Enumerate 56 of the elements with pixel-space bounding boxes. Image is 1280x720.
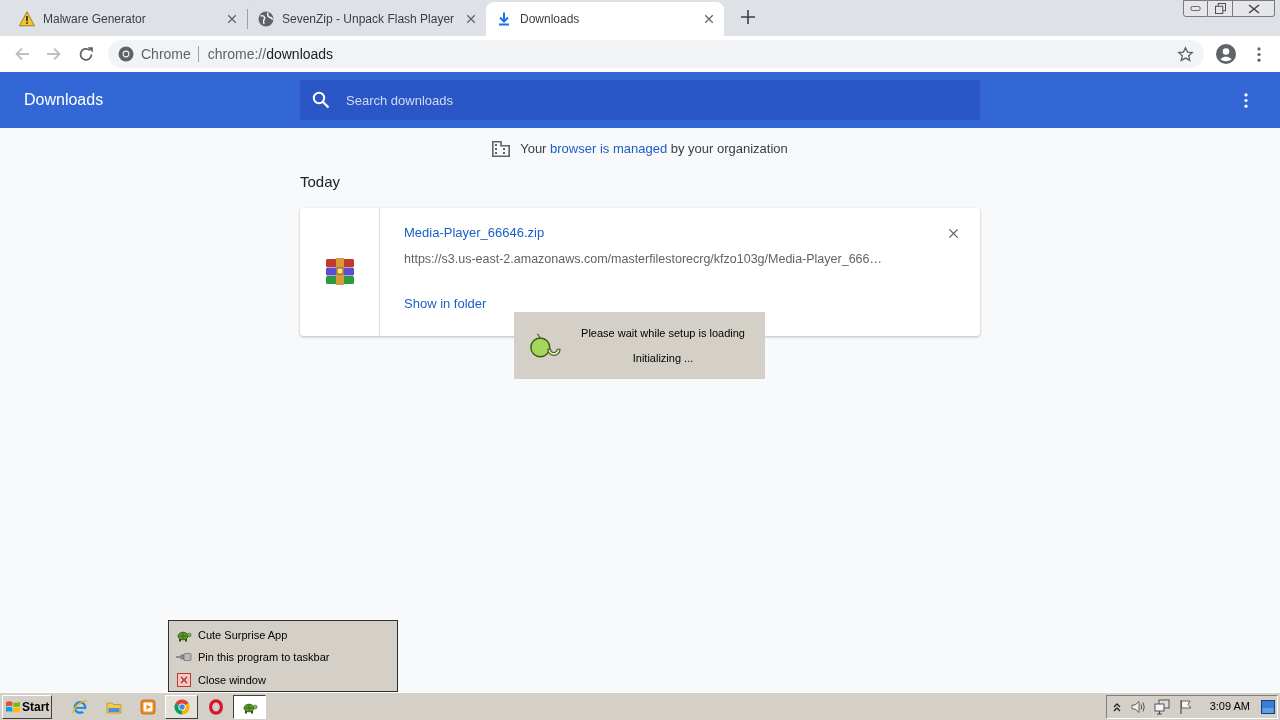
menu-icon[interactable] bbox=[1257, 46, 1261, 62]
letter-e-icon bbox=[71, 698, 88, 715]
site-label: Chrome bbox=[141, 44, 191, 64]
letter-o-icon bbox=[207, 698, 224, 715]
speaker-icon[interactable] bbox=[1129, 698, 1146, 715]
flag-icon[interactable] bbox=[1177, 698, 1194, 715]
profile-icon[interactable] bbox=[1216, 44, 1236, 64]
address-bar[interactable]: Chrome chrome://downloads bbox=[108, 40, 1204, 68]
managed-notice: Your browser is managed by your organization bbox=[520, 141, 788, 157]
warning-icon bbox=[19, 11, 35, 27]
browser-tab[interactable]: Downloads bbox=[486, 2, 724, 36]
browser-logo-icon bbox=[173, 698, 190, 715]
close-window-icon bbox=[177, 672, 191, 687]
restore-button[interactable] bbox=[1208, 0, 1233, 17]
melon-icon bbox=[529, 332, 561, 359]
search-icon bbox=[312, 91, 330, 109]
clock-text[interactable]: 3:09 AM bbox=[1209, 698, 1250, 715]
url-text: chrome://downloads bbox=[207, 44, 334, 64]
restore-icon bbox=[1214, 3, 1226, 14]
setup-status: Initializing ... bbox=[632, 351, 694, 365]
star-icon[interactable] bbox=[1177, 45, 1194, 63]
taskbar-button[interactable] bbox=[233, 694, 266, 719]
show-in-folder-link[interactable]: Show in folder bbox=[404, 294, 487, 314]
file-name-link[interactable]: Media-Player_66646.zip bbox=[404, 223, 545, 243]
menu-item[interactable]: Cute Surprise App bbox=[169, 624, 397, 647]
circle-logo-icon bbox=[118, 46, 134, 62]
source-url: https://s3.us-east-2.amazonaws.com/masterfilestorecrg/kfzo103g/Media-Player_666… bbox=[404, 250, 882, 268]
close-icon[interactable] bbox=[466, 14, 476, 24]
books-icon bbox=[323, 256, 356, 288]
close-icon[interactable] bbox=[227, 14, 237, 24]
play-icon bbox=[139, 698, 156, 715]
page-title: Downloads bbox=[24, 91, 104, 108]
pin-icon bbox=[176, 652, 192, 663]
show-desktop-icon[interactable] bbox=[1261, 699, 1275, 714]
building-icon bbox=[492, 141, 511, 157]
minimize-icon bbox=[1190, 6, 1201, 11]
globe-icon bbox=[258, 11, 274, 27]
download-icon bbox=[496, 11, 512, 27]
minimize-button[interactable] bbox=[1183, 0, 1208, 17]
new-tab-icon[interactable] bbox=[741, 10, 755, 24]
search-field[interactable]: Search downloads bbox=[300, 80, 980, 120]
close-icon[interactable] bbox=[704, 14, 714, 24]
managed-link[interactable]: browser is managed bbox=[550, 141, 668, 156]
section-heading: Today bbox=[300, 171, 341, 192]
setup-message: Please wait while setup is loading bbox=[581, 326, 745, 340]
more-icon[interactable] bbox=[1244, 92, 1248, 108]
close-button[interactable] bbox=[1233, 0, 1275, 17]
start-flag-icon bbox=[5, 698, 21, 715]
start-button[interactable]: Start bbox=[2, 694, 52, 719]
close-icon bbox=[1247, 3, 1260, 14]
chevron-up-icon[interactable] bbox=[1112, 701, 1121, 712]
menu-item[interactable]: Close window bbox=[169, 668, 397, 691]
menu-item[interactable]: Pin this program to taskbar bbox=[169, 646, 397, 669]
reload-icon[interactable] bbox=[78, 46, 94, 62]
network-icon[interactable] bbox=[1153, 698, 1170, 715]
close-icon[interactable] bbox=[947, 227, 959, 239]
